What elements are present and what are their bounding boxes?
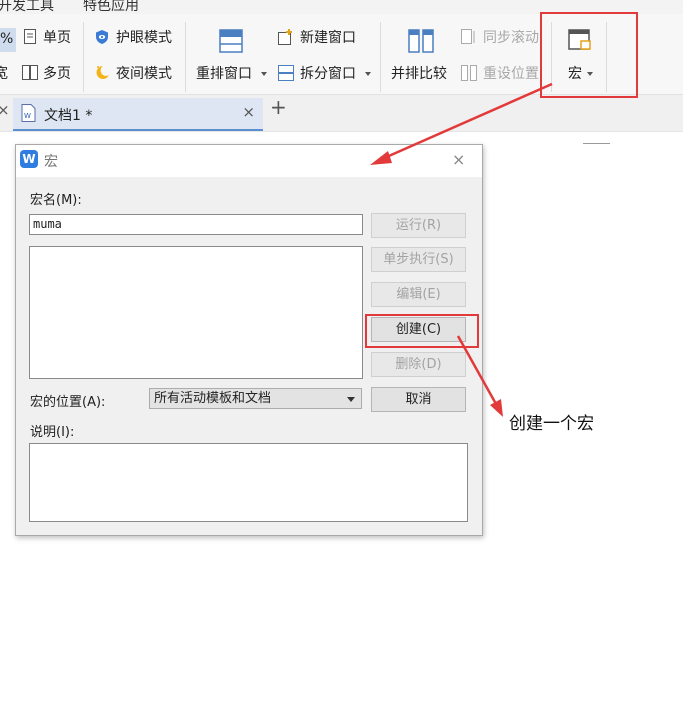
macro-location-value: 所有活动模板和文档 bbox=[154, 391, 272, 406]
zoom-button[interactable]: % bbox=[0, 28, 16, 52]
dialog-title: 宏 bbox=[44, 154, 58, 170]
multi-page-button[interactable]: 多页 bbox=[43, 65, 71, 83]
ribbon-separator bbox=[83, 22, 84, 92]
split-window-button[interactable]: 拆分窗口 bbox=[300, 65, 356, 83]
zoom-label: % bbox=[0, 31, 14, 47]
step-run-button[interactable]: 单步执行(S) bbox=[371, 247, 466, 272]
svg-text:W: W bbox=[24, 112, 31, 120]
rearrange-window-icon bbox=[219, 29, 243, 57]
run-button[interactable]: 运行(R) bbox=[371, 213, 466, 238]
wps-logo-icon: W bbox=[20, 150, 38, 168]
close-icon[interactable]: × bbox=[242, 103, 255, 121]
new-tab-icon[interactable]: + bbox=[270, 95, 287, 119]
delete-button[interactable]: 删除(D) bbox=[371, 352, 466, 377]
macro-name-value: muma bbox=[33, 217, 62, 231]
eye-shield-icon bbox=[95, 29, 109, 49]
night-mode-button[interactable]: 夜间模式 bbox=[116, 65, 172, 83]
dialog-title-bar[interactable]: W 宏 × bbox=[16, 145, 482, 177]
new-window-button[interactable]: 新建窗口 bbox=[300, 29, 356, 47]
macro-location-label: 宏的位置(A): bbox=[30, 395, 106, 410]
close-icon[interactable]: × bbox=[0, 101, 10, 119]
tab-bar: × W 文档1 * × bbox=[0, 95, 683, 131]
side-fragment-label[interactable]: 宽 bbox=[0, 65, 8, 83]
reset-position-button[interactable]: 重设位置 bbox=[483, 65, 539, 83]
single-page-button[interactable]: 单页 bbox=[43, 29, 71, 47]
annotation-note: 创建一个宏 bbox=[509, 414, 594, 434]
edit-button[interactable]: 编辑(E) bbox=[371, 282, 466, 307]
new-window-icon bbox=[278, 29, 294, 49]
document-icon: W bbox=[21, 104, 36, 126]
reset-position-icon bbox=[461, 65, 477, 85]
macro-name-input[interactable]: muma bbox=[29, 214, 363, 235]
night-mode-icon bbox=[94, 64, 111, 85]
tab-document[interactable]: W 文档1 * × bbox=[13, 98, 263, 131]
close-icon[interactable]: × bbox=[452, 150, 465, 169]
macro-location-select[interactable]: 所有活动模板和文档 bbox=[149, 388, 362, 409]
description-textarea[interactable] bbox=[29, 443, 468, 522]
menu-item-special-apps[interactable]: 特色应用 bbox=[83, 0, 139, 14]
description-label: 说明(I): bbox=[30, 425, 75, 440]
sync-scroll-button[interactable]: 同步滚动 bbox=[483, 29, 539, 47]
single-page-icon bbox=[24, 29, 36, 48]
side-by-side-button[interactable]: 并排比较 bbox=[391, 65, 447, 83]
multi-page-icon bbox=[22, 65, 38, 84]
macro-highlight-box bbox=[540, 12, 638, 98]
macro-name-label: 宏名(M): bbox=[30, 193, 82, 208]
create-highlight-box bbox=[365, 314, 479, 348]
chevron-down-icon bbox=[365, 72, 371, 76]
rearrange-window-button[interactable]: 重排窗口 bbox=[196, 65, 252, 83]
eye-mode-button[interactable]: 护眼模式 bbox=[116, 29, 172, 47]
cancel-button[interactable]: 取消 bbox=[371, 387, 466, 412]
side-by-side-icon bbox=[408, 29, 434, 57]
page-corner-mark bbox=[583, 131, 610, 144]
split-window-icon bbox=[278, 65, 294, 85]
tab-document-title: 文档1 * bbox=[44, 108, 93, 124]
macro-list[interactable] bbox=[29, 246, 363, 379]
menu-item-developer-tools[interactable]: 开发工具 bbox=[0, 0, 54, 14]
chevron-down-icon bbox=[261, 72, 267, 76]
ribbon-separator bbox=[185, 22, 186, 92]
sync-scroll-icon bbox=[461, 29, 476, 49]
chevron-down-icon bbox=[347, 397, 355, 402]
ribbon-separator bbox=[380, 22, 381, 92]
